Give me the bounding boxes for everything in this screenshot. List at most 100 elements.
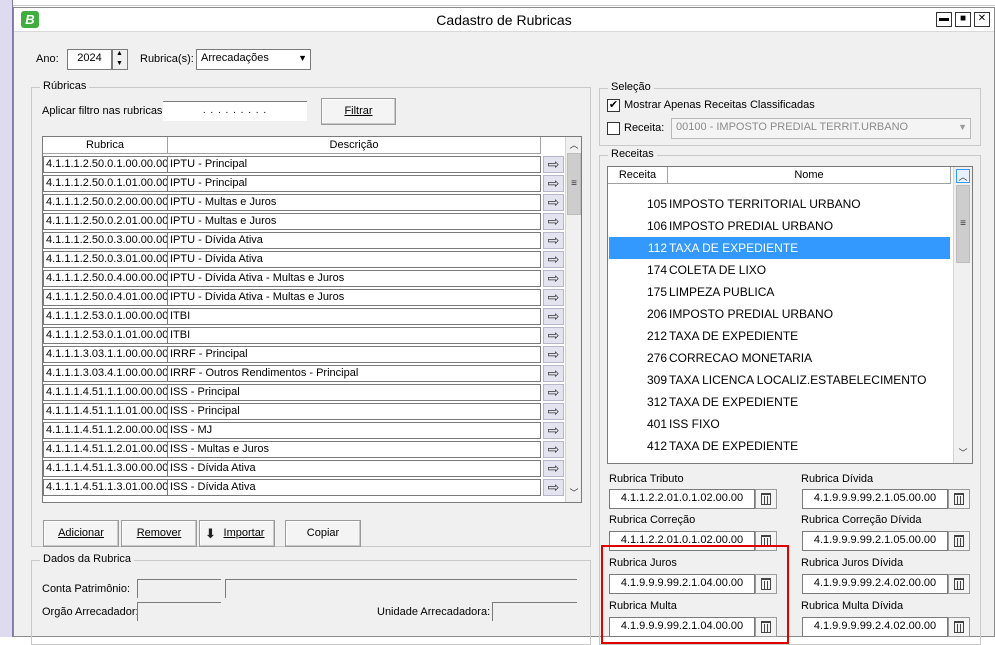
trash-icon[interactable] bbox=[948, 617, 970, 637]
rubrica-code-cell[interactable]: 4.1.1.1.4.51.1.1.01.00.00 bbox=[43, 403, 168, 420]
rubrica-descricao-cell[interactable]: ISS - MJ bbox=[167, 422, 541, 439]
row-action-arrow-icon[interactable]: ⇨ bbox=[543, 213, 564, 230]
rubrica-descricao-cell[interactable]: ITBI bbox=[167, 308, 541, 325]
orgao-arrecadador-input[interactable] bbox=[137, 602, 221, 621]
trash-icon[interactable] bbox=[948, 531, 970, 551]
unidade-arrecadadora-input[interactable] bbox=[492, 602, 577, 621]
rubrica-descricao-cell[interactable]: IPTU - Principal bbox=[167, 156, 541, 173]
row-action-arrow-icon[interactable]: ⇨ bbox=[543, 403, 564, 420]
rubrica-code-cell[interactable]: 4.1.1.1.3.03.4.1.00.00.00 bbox=[43, 365, 168, 382]
rubrica-code-cell[interactable]: 4.1.1.1.4.51.1.3.00.00.00 bbox=[43, 460, 168, 477]
receita-select[interactable]: 00100 - IMPOSTO PREDIAL TERRIT.URBANO ▼ bbox=[671, 118, 971, 139]
scroll-down-icon[interactable]: ﹀ bbox=[956, 446, 970, 460]
list-item[interactable]: 401 ISS FIXO bbox=[609, 413, 950, 435]
list-item[interactable]: 212 TAXA DE EXPEDIENTE bbox=[609, 325, 950, 347]
list-item[interactable]: 412 TAXA DE EXPEDIENTE bbox=[609, 435, 950, 457]
scroll-thumb[interactable]: ≡ bbox=[956, 185, 970, 263]
row-action-arrow-icon[interactable]: ⇨ bbox=[543, 289, 564, 306]
rubrica-code-cell[interactable]: 4.1.1.1.3.03.1.1.00.00.00 bbox=[43, 346, 168, 363]
rubricas-table[interactable]: Rubrica Descrição 4.1.1.1.2.50.0.1.00.00… bbox=[42, 136, 582, 503]
ano-spinner[interactable]: ▲ ▼ bbox=[112, 49, 128, 70]
importar-button[interactable]: ⬇ Importar bbox=[199, 520, 275, 547]
row-action-arrow-icon[interactable]: ⇨ bbox=[543, 270, 564, 287]
row-action-arrow-icon[interactable]: ⇨ bbox=[543, 232, 564, 249]
rubrica-code-cell[interactable]: 4.1.1.1.2.50.0.4.01.00.00 bbox=[43, 289, 168, 306]
scroll-up-icon[interactable]: ︿ bbox=[956, 169, 970, 183]
scroll-up-icon[interactable]: ︿ bbox=[567, 138, 581, 152]
spin-up-icon[interactable]: ▲ bbox=[116, 50, 123, 57]
spin-down-icon[interactable]: ▼ bbox=[116, 60, 123, 67]
rubrica-code-cell[interactable]: 4.1.1.1.2.50.0.1.01.00.00 bbox=[43, 175, 168, 192]
rubrica-code-cell[interactable]: 4.1.1.1.4.51.1.2.01.00.00 bbox=[43, 441, 168, 458]
list-item[interactable]: 106 IMPOSTO PREDIAL URBANO bbox=[609, 215, 950, 237]
rubrica-descricao-cell[interactable]: ISS - Principal bbox=[167, 403, 541, 420]
dropdown-arrow-icon[interactable]: ▼ bbox=[958, 122, 967, 132]
rubrica-code-cell[interactable]: 4.1.1.1.2.53.0.1.00.00.00 bbox=[43, 308, 168, 325]
row-action-arrow-icon[interactable]: ⇨ bbox=[543, 384, 564, 401]
rubrica-descricao-cell[interactable]: IPTU - Multas e Juros bbox=[167, 213, 541, 230]
receitas-table[interactable]: Receita Nome 105 IMPOSTO TERRITORIAL URBA… bbox=[607, 166, 973, 464]
filter-input[interactable]: . . . . . . . . . bbox=[163, 101, 307, 121]
list-item[interactable]: 312 TAXA DE EXPEDIENTE bbox=[609, 391, 950, 413]
row-action-arrow-icon[interactable]: ⇨ bbox=[543, 422, 564, 439]
rubrica-descricao-cell[interactable]: ISS - Principal bbox=[167, 384, 541, 401]
row-action-arrow-icon[interactable]: ⇨ bbox=[543, 346, 564, 363]
adicionar-button[interactable]: Adicionar bbox=[43, 520, 119, 547]
rubrica-descricao-cell[interactable]: IRRF - Principal bbox=[167, 346, 541, 363]
column-header-descricao[interactable]: Descrição bbox=[168, 137, 541, 154]
rubrica-descricao-cell[interactable]: IPTU - Dívida Ativa bbox=[167, 232, 541, 249]
list-item[interactable]: 105 IMPOSTO TERRITORIAL URBANO bbox=[609, 193, 950, 215]
maximize-icon[interactable]: ■ bbox=[955, 12, 971, 27]
row-action-arrow-icon[interactable]: ⇨ bbox=[543, 441, 564, 458]
copiar-button[interactable]: Copiar bbox=[285, 520, 361, 547]
filter-button[interactable]: Filtrar bbox=[321, 98, 396, 125]
scroll-down-icon[interactable]: ﹀ bbox=[567, 486, 581, 500]
row-action-arrow-icon[interactable]: ⇨ bbox=[543, 308, 564, 325]
row-action-arrow-icon[interactable]: ⇨ bbox=[543, 156, 564, 173]
rubrica-code-cell[interactable]: 4.1.1.1.2.50.0.1.00.00.00 bbox=[43, 156, 168, 173]
remover-button[interactable]: Remover bbox=[121, 520, 197, 547]
row-action-arrow-icon[interactable]: ⇨ bbox=[543, 460, 564, 477]
rubrica-descricao-cell[interactable]: IPTU - Dívida Ativa bbox=[167, 251, 541, 268]
mostrar-checkbox[interactable]: ✔ bbox=[607, 99, 620, 112]
row-action-arrow-icon[interactable]: ⇨ bbox=[543, 251, 564, 268]
rubrica-code-cell[interactable]: 4.1.1.1.2.50.0.2.01.00.00 bbox=[43, 213, 168, 230]
rubrica-code-cell[interactable]: 4.1.1.1.4.51.1.2.00.00.00 bbox=[43, 422, 168, 439]
rubrica-divida-input[interactable]: 4.1.9.9.9.99.2.1.05.00.00 bbox=[802, 489, 948, 509]
rubricas-scrollbar[interactable]: ︿ ≡ ﹀ bbox=[565, 137, 581, 502]
row-action-arrow-icon[interactable]: ⇨ bbox=[543, 365, 564, 382]
rubrica-descricao-cell[interactable]: ITBI bbox=[167, 327, 541, 344]
column-header-receita[interactable]: Receita bbox=[608, 167, 668, 184]
rubrica-descricao-cell[interactable]: IPTU - Dívida Ativa - Multas e Juros bbox=[167, 270, 541, 287]
minimize-icon[interactable]: ▬ bbox=[936, 12, 952, 27]
column-header-rubrica[interactable]: Rubrica bbox=[43, 137, 168, 154]
trash-icon[interactable] bbox=[948, 489, 970, 509]
receita-checkbox[interactable] bbox=[607, 122, 620, 135]
trash-icon[interactable] bbox=[755, 489, 777, 509]
list-item[interactable]: 112 TAXA DE EXPEDIENTE bbox=[609, 237, 950, 259]
row-action-arrow-icon[interactable]: ⇨ bbox=[543, 175, 564, 192]
row-action-arrow-icon[interactable]: ⇨ bbox=[543, 479, 564, 496]
rubrica-descricao-cell[interactable]: ISS - Dívida Ativa bbox=[167, 460, 541, 477]
close-icon[interactable]: ✕ bbox=[974, 12, 990, 27]
rubrica-descricao-cell[interactable]: ISS - Multas e Juros bbox=[167, 441, 541, 458]
rubrica-descricao-cell[interactable]: IRRF - Outros Rendimentos - Principal bbox=[167, 365, 541, 382]
conta-patrimonio-code-input[interactable] bbox=[137, 579, 221, 598]
row-action-arrow-icon[interactable]: ⇨ bbox=[543, 327, 564, 344]
column-header-nome[interactable]: Nome bbox=[668, 167, 951, 184]
rubrica-descricao-cell[interactable]: IPTU - Dívida Ativa - Multas e Juros bbox=[167, 289, 541, 306]
rubrica-descricao-cell[interactable]: IPTU - Principal bbox=[167, 175, 541, 192]
rubrica-multa-divida-input[interactable]: 4.1.9.9.9.99.2.4.02.00.00 bbox=[802, 617, 948, 637]
rubrica-tributo-input[interactable]: 4.1.1.2.2.01.0.1.02.00.00 bbox=[609, 489, 755, 509]
row-action-arrow-icon[interactable]: ⇨ bbox=[543, 194, 564, 211]
rubrica-code-cell[interactable]: 4.1.1.1.2.50.0.4.00.00.00 bbox=[43, 270, 168, 287]
rubrica-code-cell[interactable]: 4.1.1.1.2.50.0.3.00.00.00 bbox=[43, 232, 168, 249]
rubrica-code-cell[interactable]: 4.1.1.1.4.51.1.1.00.00.00 bbox=[43, 384, 168, 401]
trash-icon[interactable] bbox=[948, 574, 970, 594]
list-item[interactable]: 309 TAXA LICENCA LOCALIZ.ESTABELECIMENTO bbox=[609, 369, 950, 391]
list-item[interactable]: 206 IMPOSTO PREDIAL URBANO bbox=[609, 303, 950, 325]
list-item[interactable]: 174 COLETA DE LIXO bbox=[609, 259, 950, 281]
rubrica-code-cell[interactable]: 4.1.1.1.2.50.0.2.00.00.00 bbox=[43, 194, 168, 211]
list-item[interactable]: 276 CORRECAO MONETARIA bbox=[609, 347, 950, 369]
rubricas-type-select[interactable]: Arrecadações ▼ bbox=[196, 49, 311, 70]
